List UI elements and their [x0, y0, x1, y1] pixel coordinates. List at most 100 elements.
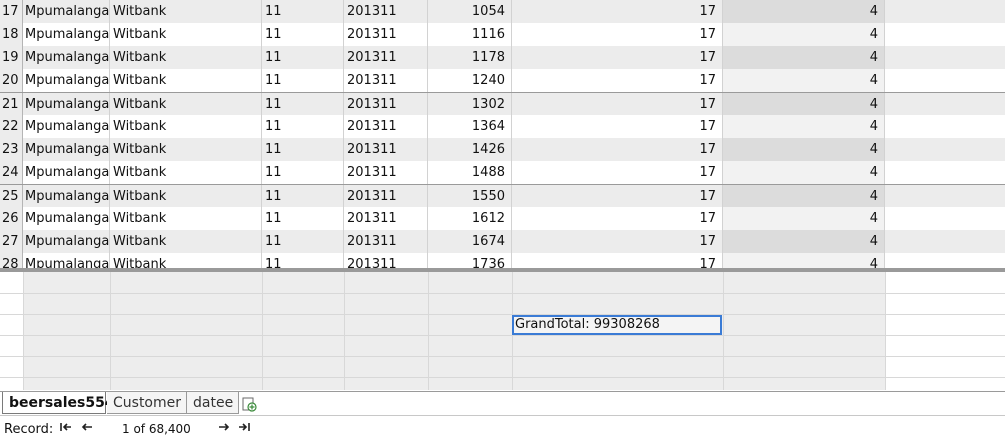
table-row[interactable]: 24 Mpumalanga Witbank 11 201311 1488 17 4: [0, 161, 1005, 184]
cell-id[interactable]: 1116: [428, 23, 512, 46]
record-position[interactable]: 1 of 68,400: [122, 422, 191, 436]
cell-code[interactable]: 11: [262, 23, 344, 46]
first-record-icon[interactable]: [57, 420, 75, 438]
cell-period[interactable]: 201311: [344, 93, 428, 116]
table-row[interactable]: 20 Mpumalanga Witbank 11 201311 1240 17 4: [0, 69, 1005, 92]
cell-code[interactable]: 11: [262, 69, 344, 92]
cell-qty[interactable]: 17: [512, 23, 723, 46]
cell-code[interactable]: 11: [262, 253, 344, 269]
cell-qty[interactable]: 17: [512, 185, 723, 208]
table-row[interactable]: 28 Mpumalanga Witbank 11 201311 1736 17 4: [0, 253, 1005, 269]
cell-city[interactable]: Witbank: [110, 161, 262, 184]
last-record-icon[interactable]: [235, 420, 253, 438]
cell-city[interactable]: Witbank: [110, 23, 262, 46]
next-record-icon[interactable]: [215, 420, 233, 438]
cell-province[interactable]: Mpumalanga: [23, 93, 110, 116]
cell-id[interactable]: 1426: [428, 138, 512, 161]
cell-value[interactable]: 4: [723, 138, 885, 161]
cell-period[interactable]: 201311: [344, 138, 428, 161]
cell-code[interactable]: 11: [262, 230, 344, 253]
cell-city[interactable]: Witbank: [110, 115, 262, 138]
cell-period[interactable]: 201311: [344, 185, 428, 208]
cell-value[interactable]: 4: [723, 161, 885, 184]
cell-province[interactable]: Mpumalanga: [23, 253, 110, 269]
row-number[interactable]: 17: [0, 0, 23, 23]
cell-id[interactable]: 1612: [428, 207, 512, 230]
cell-code[interactable]: 11: [262, 185, 344, 208]
cell-period[interactable]: 201311: [344, 161, 428, 184]
cell-code[interactable]: 11: [262, 161, 344, 184]
cell-province[interactable]: Mpumalanga: [23, 115, 110, 138]
row-number[interactable]: 18: [0, 23, 23, 46]
row-number[interactable]: 26: [0, 207, 23, 230]
cell-province[interactable]: Mpumalanga: [23, 0, 110, 23]
row-number[interactable]: 22: [0, 115, 23, 138]
new-sheet-icon[interactable]: [241, 396, 257, 412]
cell-value[interactable]: 4: [723, 253, 885, 269]
cell-id[interactable]: 1054: [428, 0, 512, 23]
cell-province[interactable]: Mpumalanga: [23, 138, 110, 161]
row-number[interactable]: 23: [0, 138, 23, 161]
row-number[interactable]: 27: [0, 230, 23, 253]
cell-province[interactable]: Mpumalanga: [23, 230, 110, 253]
cell-value[interactable]: 4: [723, 230, 885, 253]
tab-datee[interactable]: datee: [187, 392, 239, 414]
prev-record-icon[interactable]: [78, 420, 96, 438]
cell-province[interactable]: Mpumalanga: [23, 161, 110, 184]
cell-value[interactable]: 4: [723, 46, 885, 69]
cell-id[interactable]: 1736: [428, 253, 512, 269]
cell-value[interactable]: 4: [723, 0, 885, 23]
cell-id[interactable]: 1240: [428, 69, 512, 92]
table-row[interactable]: 25 Mpumalanga Witbank 11 201311 1550 17 4: [0, 184, 1005, 208]
cell-province[interactable]: Mpumalanga: [23, 69, 110, 92]
table-row[interactable]: 19 Mpumalanga Witbank 11 201311 1178 17 4: [0, 46, 1005, 69]
datasheet-grid[interactable]: 17 Mpumalanga Witbank 11 201311 1054 17 4 18 Mpum…: [0, 0, 1005, 269]
table-row[interactable]: 22 Mpumalanga Witbank 11 201311 1364 17 4: [0, 115, 1005, 138]
table-row[interactable]: 26 Mpumalanga Witbank 11 201311 1612 17 4: [0, 207, 1005, 230]
row-number[interactable]: 19: [0, 46, 23, 69]
cell-value[interactable]: 4: [723, 23, 885, 46]
row-number[interactable]: 24: [0, 161, 23, 184]
cell-id[interactable]: 1550: [428, 185, 512, 208]
cell-code[interactable]: 11: [262, 138, 344, 161]
cell-province[interactable]: Mpumalanga: [23, 23, 110, 46]
cell-qty[interactable]: 17: [512, 46, 723, 69]
table-row[interactable]: 21 Mpumalanga Witbank 11 201311 1302 17 4: [0, 92, 1005, 116]
cell-city[interactable]: Witbank: [110, 69, 262, 92]
cell-period[interactable]: 201311: [344, 230, 428, 253]
cell-period[interactable]: 201311: [344, 253, 428, 269]
row-number[interactable]: 28: [0, 253, 23, 269]
cell-province[interactable]: Mpumalanga: [23, 185, 110, 208]
cell-qty[interactable]: 17: [512, 138, 723, 161]
cell-id[interactable]: 1674: [428, 230, 512, 253]
cell-city[interactable]: Witbank: [110, 46, 262, 69]
cell-qty[interactable]: 17: [512, 253, 723, 269]
cell-id[interactable]: 1302: [428, 93, 512, 116]
cell-value[interactable]: 4: [723, 115, 885, 138]
cell-value[interactable]: 4: [723, 207, 885, 230]
row-number[interactable]: 20: [0, 69, 23, 92]
cell-code[interactable]: 11: [262, 93, 344, 116]
tab-customer[interactable]: Customer: [107, 392, 187, 414]
cell-value[interactable]: 4: [723, 69, 885, 92]
cell-code[interactable]: 11: [262, 115, 344, 138]
cell-period[interactable]: 201311: [344, 115, 428, 138]
cell-code[interactable]: 11: [262, 207, 344, 230]
table-row[interactable]: 18 Mpumalanga Witbank 11 201311 1116 17 4: [0, 23, 1005, 46]
grand-total-field[interactable]: GrandTotal: 99308268: [512, 315, 722, 335]
cell-qty[interactable]: 17: [512, 161, 723, 184]
table-row[interactable]: 23 Mpumalanga Witbank 11 201311 1426 17 4: [0, 138, 1005, 161]
cell-period[interactable]: 201311: [344, 23, 428, 46]
cell-period[interactable]: 201311: [344, 0, 428, 23]
row-number[interactable]: 25: [0, 185, 23, 208]
cell-city[interactable]: Witbank: [110, 230, 262, 253]
cell-city[interactable]: Witbank: [110, 138, 262, 161]
cell-qty[interactable]: 17: [512, 115, 723, 138]
cell-qty[interactable]: 17: [512, 93, 723, 116]
cell-qty[interactable]: 17: [512, 0, 723, 23]
cell-period[interactable]: 201311: [344, 207, 428, 230]
cell-city[interactable]: Witbank: [110, 253, 262, 269]
cell-city[interactable]: Witbank: [110, 93, 262, 116]
table-row[interactable]: 17 Mpumalanga Witbank 11 201311 1054 17 4: [0, 0, 1005, 23]
cell-id[interactable]: 1364: [428, 115, 512, 138]
